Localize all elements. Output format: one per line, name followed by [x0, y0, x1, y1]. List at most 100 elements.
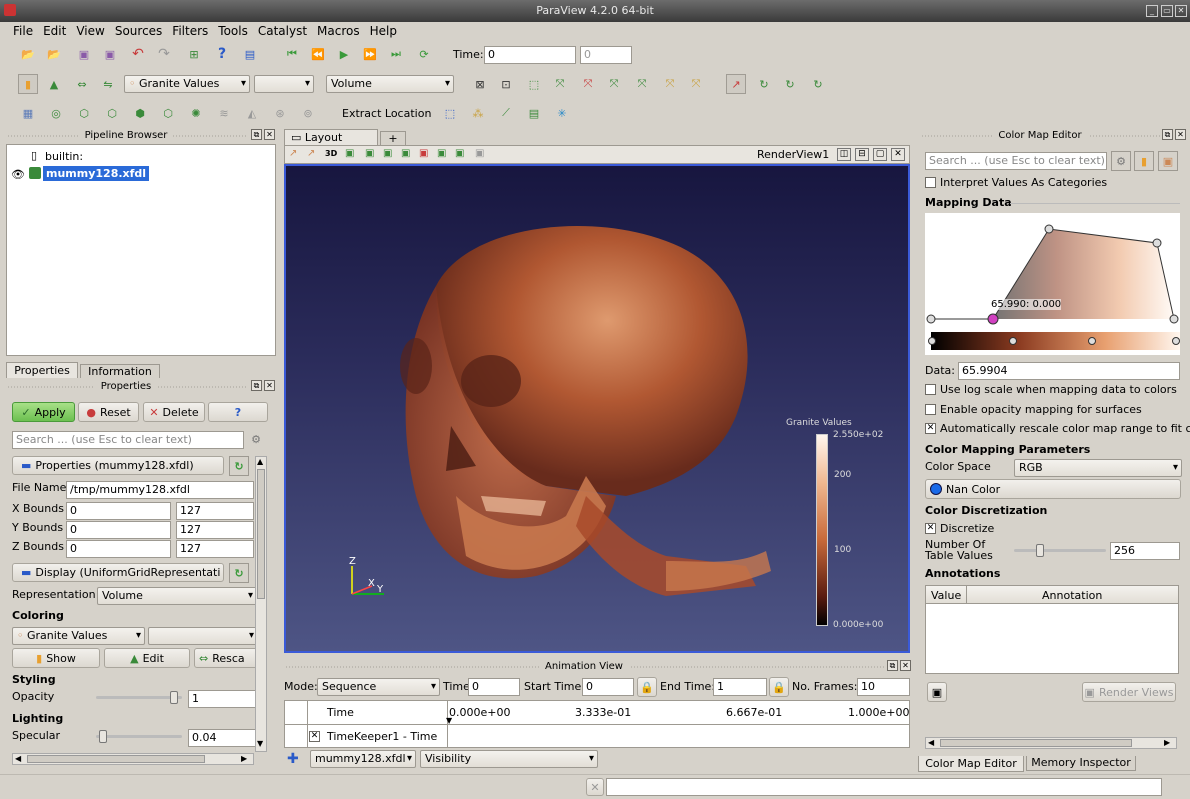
clip-icon[interactable]: ⬡: [74, 103, 94, 123]
color-legend-icon[interactable]: ▮: [18, 74, 38, 94]
z-bounds-min[interactable]: 0: [66, 540, 171, 558]
rotate-x-icon[interactable]: ↻: [754, 74, 774, 94]
reload-display-icon[interactable]: ↻: [229, 563, 249, 583]
view-select-icon[interactable]: ↗: [307, 148, 315, 159]
view-3d-toggle[interactable]: 3D: [325, 149, 337, 158]
plot-icon[interactable]: ▤: [524, 103, 544, 123]
extract-subset-icon[interactable]: ⬡: [158, 103, 178, 123]
nan-color-button[interactable]: Nan Color: [925, 479, 1181, 499]
add-track-icon[interactable]: ✚: [287, 751, 303, 767]
view-clear-icon[interactable]: ▣: [475, 148, 484, 159]
help-icon[interactable]: ?: [212, 44, 232, 64]
rescale-custom-icon[interactable]: ⇋: [98, 74, 118, 94]
time-index-spinner[interactable]: 0: [580, 46, 632, 64]
colormap-search-input[interactable]: Search ... (use Esc to clear text): [925, 152, 1107, 170]
track-checkbox[interactable]: ✕: [309, 731, 320, 742]
threshold-icon[interactable]: ⬢: [130, 103, 150, 123]
maximize-view-icon[interactable]: ▢: [873, 148, 887, 161]
maximize-icon[interactable]: ▭: [1161, 5, 1173, 17]
tab-properties[interactable]: Properties: [6, 362, 78, 378]
calculator-icon[interactable]: ▦: [18, 103, 38, 123]
start-time-input[interactable]: 0: [582, 678, 634, 696]
zoom-to-data-icon[interactable]: ⊡: [496, 74, 516, 94]
representation-combo[interactable]: Volume: [97, 587, 257, 605]
properties-search-input[interactable]: Search ... (use Esc to clear text): [12, 431, 244, 449]
probe-icon[interactable]: ⟋: [496, 103, 516, 123]
close-panel-icon[interactable]: ✕: [264, 129, 275, 140]
opacity-slider[interactable]: [96, 691, 182, 704]
reset-camera-icon[interactable]: ⊠: [470, 74, 490, 94]
scroll-left-icon[interactable]: ◀: [15, 754, 21, 763]
color-space-select[interactable]: RGB: [1014, 459, 1182, 477]
select-points-icon[interactable]: ⁂: [468, 103, 488, 123]
redo-icon[interactable]: ↷: [154, 44, 174, 64]
connect-icon[interactable]: ⊞: [184, 44, 204, 64]
pick-center-icon[interactable]: ▤: [240, 44, 260, 64]
save-state-icon[interactable]: ▣: [100, 44, 120, 64]
view-plus-x-icon[interactable]: ⤧: [550, 74, 570, 94]
menu-macros[interactable]: Macros: [312, 22, 365, 40]
color-node-1[interactable]: [1009, 337, 1017, 345]
menu-help[interactable]: Help: [365, 22, 402, 40]
view-select-cells-icon[interactable]: ▣: [365, 148, 374, 159]
eye-icon[interactable]: 👁: [11, 168, 25, 181]
colormap-gear-icon[interactable]: ⚙: [1111, 151, 1131, 171]
contour-icon[interactable]: ◎: [46, 103, 66, 123]
color-by-select[interactable]: ◦ Granite Values: [124, 75, 250, 93]
view-plus-z-icon[interactable]: ⤧: [660, 74, 680, 94]
first-frame-icon[interactable]: ⏮: [282, 44, 302, 64]
tab-information[interactable]: Information: [80, 364, 160, 378]
extract-location-label[interactable]: Extract Location: [342, 107, 431, 120]
colormap-hscroll[interactable]: ◀ ▶: [925, 737, 1177, 749]
snowflake-icon[interactable]: ✳: [552, 103, 572, 123]
scroll-down-icon[interactable]: ▼: [257, 739, 263, 748]
float-icon[interactable]: ⧉: [1162, 129, 1173, 140]
anim-time-input[interactable]: 0: [468, 678, 520, 696]
specular-slider[interactable]: [96, 730, 182, 743]
x-bounds-max[interactable]: 127: [176, 502, 254, 520]
colormap-save-icon[interactable]: ▣: [1158, 151, 1178, 171]
coloring-component-select[interactable]: [148, 627, 258, 645]
float-icon[interactable]: ⧉: [887, 660, 898, 671]
close-panel-icon[interactable]: ✕: [1175, 129, 1186, 140]
specular-slider-handle[interactable]: [99, 730, 108, 743]
color-transfer-bar[interactable]: [928, 332, 1180, 350]
split-h-icon[interactable]: ◫: [837, 148, 851, 161]
view-select-points-icon[interactable]: ▣: [383, 148, 392, 159]
zoom-box-icon[interactable]: ⬚: [524, 74, 544, 94]
component-select[interactable]: [254, 75, 314, 93]
scroll-hthumb[interactable]: [27, 755, 205, 763]
stream-tracer-icon[interactable]: ≋: [214, 103, 234, 123]
slice-icon[interactable]: ⬡: [102, 103, 122, 123]
add-layout-tab[interactable]: +: [380, 131, 406, 145]
opacity-slider-handle[interactable]: [170, 691, 179, 704]
track-source-select[interactable]: mummy128.xfdl: [310, 750, 416, 768]
view-capture-icon[interactable]: ▣: [345, 148, 354, 159]
opacity-input[interactable]: 1: [188, 690, 258, 708]
scroll-right-icon[interactable]: ▶: [241, 754, 247, 763]
view-interactive-icon[interactable]: ▣: [437, 148, 446, 159]
data-value-input[interactable]: 65.9904: [958, 362, 1180, 380]
show-legend-button[interactable]: ▮ Show: [12, 648, 100, 668]
scroll-left-icon[interactable]: ◀: [928, 738, 934, 747]
colormap-presets-icon[interactable]: ▮: [1134, 151, 1154, 171]
view-reset-icon[interactable]: ↗: [289, 148, 297, 159]
next-frame-icon[interactable]: ⏩: [360, 44, 380, 64]
tab-memory-inspector[interactable]: Memory Inspector: [1026, 756, 1136, 771]
minimize-icon[interactable]: _: [1146, 5, 1158, 17]
rescale-icon[interactable]: ⇔: [72, 74, 92, 94]
interaction-mode-icon[interactable]: ↗: [726, 74, 746, 94]
lock-end-icon[interactable]: 🔒: [769, 677, 789, 697]
menu-sources[interactable]: Sources: [110, 22, 167, 40]
color-node-2[interactable]: [1088, 337, 1096, 345]
properties-help-button[interactable]: ?: [208, 402, 268, 422]
annotations-table[interactable]: Value Annotation: [925, 585, 1179, 674]
close-panel-icon[interactable]: ✕: [900, 660, 911, 671]
coloring-select[interactable]: ◦ Granite Values: [12, 627, 145, 645]
opacity-function-editor[interactable]: 65.990: 0.000: [925, 213, 1180, 355]
tab-layout1[interactable]: ▭ Layout #1✕: [284, 129, 378, 159]
reload-icon[interactable]: ↻: [229, 456, 249, 476]
auto-rescale-checkbox[interactable]: ✕: [925, 423, 936, 434]
glyph-icon[interactable]: ✺: [186, 103, 206, 123]
menu-edit[interactable]: Edit: [38, 22, 71, 40]
